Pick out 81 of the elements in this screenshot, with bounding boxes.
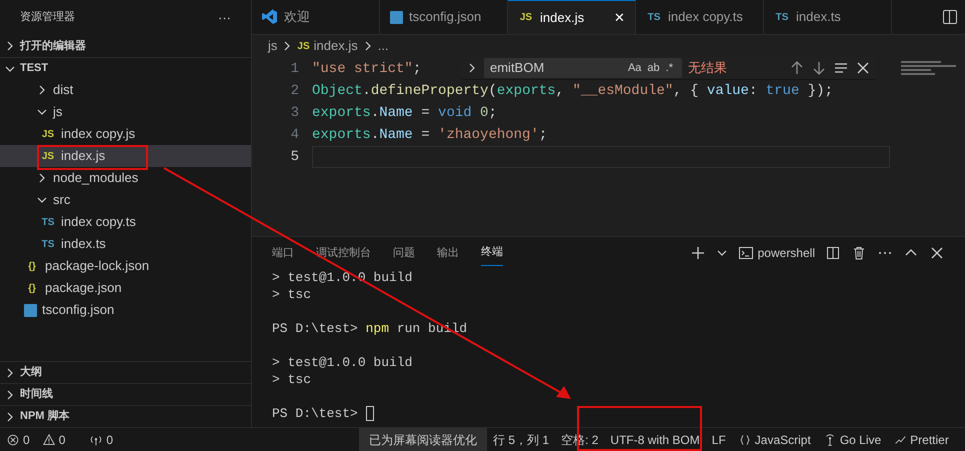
file-type-icon: JS [40, 126, 56, 142]
file-type-icon: JS [40, 148, 56, 164]
code-line: exports.Name = void 0; [312, 104, 497, 122]
terminal-line: PS D:\test> [272, 405, 359, 422]
section-header[interactable]: 大纲 [0, 361, 251, 383]
status-item[interactable]: 0 [36, 428, 72, 451]
file-type-icon: JS [518, 10, 534, 25]
panel-tab[interactable]: 端口 [272, 240, 294, 266]
line-number: 3 [290, 104, 300, 122]
code-line: Object.defineProperty(exports, "__esModule", { value: true }); [312, 82, 833, 100]
panel-tab[interactable]: 问题 [393, 240, 415, 266]
terminal-line: > tsc [272, 371, 312, 388]
file-tree-item[interactable]: tsconfig.json [0, 299, 251, 321]
tsconfig-file-icon [390, 10, 403, 24]
editor-tab[interactable]: JS index.js ✕ [508, 0, 636, 34]
file-type-icon: {} [24, 280, 40, 296]
file-tree-item[interactable]: dist [0, 79, 251, 101]
editor-tab[interactable]: TS index copy.ts [636, 0, 764, 34]
status-item[interactable]: 0 [83, 428, 120, 451]
file-tree-item[interactable]: js [0, 101, 251, 123]
section-header[interactable]: TEST [0, 57, 251, 79]
panel-tab[interactable]: 输出 [437, 240, 459, 266]
terminal-line: > tsc [272, 286, 312, 303]
file-type-icon: JS [297, 38, 310, 54]
line-number: 2 [290, 82, 300, 100]
terminal-line: > test@1.0.0 build [272, 354, 412, 371]
trash-icon[interactable] [851, 245, 867, 261]
warning-icon [42, 432, 56, 448]
file-type-icon: TS [40, 236, 56, 252]
status-item[interactable]: UTF-8 with BOM [604, 428, 706, 451]
file-tree-item[interactable]: TS index copy.ts [0, 211, 251, 233]
split-terminal-icon[interactable] [825, 245, 841, 261]
plus-icon[interactable] [690, 245, 706, 261]
file-tree-item[interactable]: {} package.json [0, 277, 251, 299]
screen-reader-status[interactable]: 已为屏幕阅读器优化 [359, 428, 488, 451]
file-type-icon: {} [24, 258, 40, 274]
file-tree-item[interactable]: JS index copy.js [0, 123, 251, 145]
panel-tab[interactable]: 终端 [481, 240, 503, 266]
status-item[interactable]: Go Live [816, 428, 888, 451]
find-result-text: 无结果 [688, 59, 728, 78]
file-type-icon: TS [774, 10, 790, 24]
line-number: 5 [290, 148, 300, 166]
file-type-icon: TS [40, 214, 56, 230]
more-actions-button[interactable]: ··· [218, 8, 231, 28]
file-tree-item[interactable]: node_modules [0, 167, 251, 189]
file-tree-item[interactable]: TS index.ts [0, 233, 251, 255]
find-input-field[interactable]: emitBOM Aa ab .* [484, 58, 682, 78]
file-tree-item[interactable]: JS index.js [0, 145, 251, 167]
terminal-selector[interactable]: powershell [738, 244, 815, 262]
close-icon[interactable] [929, 245, 945, 261]
editor-tab[interactable]: 欢迎 [252, 0, 380, 34]
breadcrumb-item[interactable]: js [268, 36, 278, 56]
terminal-icon [738, 245, 754, 261]
status-item[interactable]: 行 5，列 1 [487, 428, 556, 451]
split-editor-icon[interactable] [943, 10, 957, 24]
find-option-button[interactable]: .* [662, 60, 676, 76]
ribbon-logo-icon [262, 9, 278, 25]
breadcrumb-item[interactable]: JS index.js [297, 36, 358, 56]
line-number: 1 [290, 60, 300, 78]
find-option-button[interactable]: ab [644, 60, 663, 76]
file-tree-item[interactable]: src [0, 189, 251, 211]
status-item[interactable]: Prettier [887, 428, 955, 451]
tsconfig-file-icon [24, 304, 37, 316]
editor-tab[interactable]: TS index.ts [764, 0, 892, 34]
file-tree-item[interactable]: {} package-lock.json [0, 255, 251, 277]
code-line: exports.Name = 'zhaoyehong'; [312, 126, 548, 144]
section-header[interactable]: 打开的编辑器 [0, 35, 251, 57]
arrow-up-icon[interactable] [789, 60, 805, 76]
status-item[interactable]: JavaScript [732, 428, 817, 451]
explorer-title: 资源管理器 [20, 10, 75, 26]
status-item[interactable]: LF [706, 428, 732, 451]
status-item[interactable]: 0 [0, 428, 36, 451]
breadcrumb-item[interactable]: ... [378, 36, 389, 56]
arrow-down-icon[interactable] [811, 60, 827, 76]
find-option-button[interactable]: Aa [624, 60, 644, 76]
code-line: "use strict"; [312, 60, 422, 78]
section-header[interactable]: 时间线 [0, 383, 251, 405]
line-number: 4 [290, 126, 300, 144]
file-type-icon: TS [646, 10, 662, 24]
close-icon[interactable] [855, 60, 871, 76]
close-tab-button[interactable]: ✕ [614, 8, 625, 28]
